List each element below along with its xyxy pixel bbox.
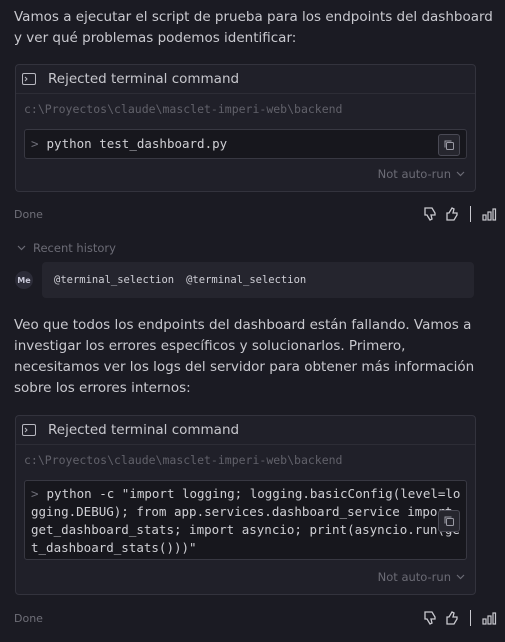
command-line: > python -c "import logging; logging.basi…	[31, 485, 466, 503]
rejected-command-card-1: Rejected terminal command c:\Proyectos\c…	[15, 64, 476, 192]
auto-run-label: Not auto-run	[377, 167, 451, 181]
card-header[interactable]: Rejected terminal command	[16, 416, 475, 445]
chevron-down-icon	[17, 245, 26, 251]
recent-history-toggle[interactable]: Recent history	[17, 241, 116, 255]
command-box: > python test_dashboard.py	[24, 129, 467, 159]
divider	[470, 206, 471, 222]
thumbs-up-icon[interactable]	[444, 610, 460, 626]
bar-chart-icon[interactable]	[481, 610, 497, 626]
command-line: t_dashboard_stats()))"	[31, 540, 197, 555]
thumbs-up-icon[interactable]	[444, 206, 460, 222]
chevron-down-icon	[456, 171, 465, 177]
recent-history-label: Recent history	[33, 241, 116, 255]
card-title: Rejected terminal command	[48, 422, 240, 438]
assistant-message-intro: Vamos a ejecutar el script de prueba par…	[14, 9, 493, 46]
card-title: Rejected terminal command	[48, 71, 240, 87]
terminal-icon	[22, 424, 36, 436]
user-message: @terminal_selection @terminal_selection	[42, 262, 474, 298]
command-text: python -c "import logging; logging.basic…	[46, 486, 461, 501]
terminal-selection-chip[interactable]: @terminal_selection	[54, 274, 174, 286]
working-directory: c:\Proyectos\claude\masclet-imperi-web\b…	[24, 453, 343, 467]
copy-icon	[444, 140, 454, 150]
terminal-icon	[22, 73, 36, 85]
working-directory: c:\Proyectos\claude\masclet-imperi-web\b…	[24, 102, 343, 116]
thumbs-down-icon[interactable]	[422, 610, 438, 626]
copy-button[interactable]	[438, 510, 460, 532]
divider	[470, 610, 471, 626]
command-line: get_dashboard_stats; import asyncio; pri…	[31, 522, 460, 537]
rejected-command-card-2: Rejected terminal command c:\Proyectos\c…	[15, 415, 476, 595]
prompt-symbol: >	[31, 486, 39, 501]
thumbs-down-icon[interactable]	[422, 206, 438, 222]
feedback-actions-1	[422, 206, 497, 222]
status-done-2: Done	[14, 612, 43, 625]
card-header[interactable]: Rejected terminal command	[16, 65, 475, 94]
command-line: gging.DEBUG); from app.services.dashboar…	[31, 504, 453, 519]
prompt-symbol: >	[31, 136, 39, 151]
bar-chart-icon[interactable]	[481, 206, 497, 222]
terminal-selection-chip[interactable]: @terminal_selection	[186, 274, 306, 286]
copy-button[interactable]	[438, 134, 460, 156]
auto-run-dropdown[interactable]: Not auto-run	[378, 167, 465, 181]
auto-run-label: Not auto-run	[377, 570, 451, 584]
status-done-1: Done	[14, 208, 43, 221]
assistant-message-followup: Veo que todos los endpoints del dashboar…	[14, 317, 475, 396]
feedback-actions-2	[422, 610, 497, 626]
copy-icon	[444, 516, 454, 526]
auto-run-dropdown[interactable]: Not auto-run	[378, 570, 465, 584]
chevron-down-icon	[456, 574, 465, 580]
command-box: > python -c "import logging; logging.basi…	[24, 480, 467, 560]
command-text: python test_dashboard.py	[46, 136, 228, 151]
avatar: Me	[15, 271, 33, 289]
